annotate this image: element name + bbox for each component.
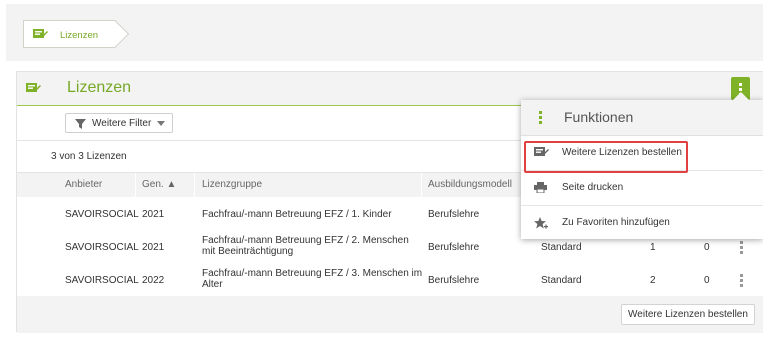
top-bar: Lizenzen xyxy=(6,4,763,61)
cell-lizenzgruppe: Fachfrau/-mann Betreuung EFZ / 3. Mensch… xyxy=(202,268,423,290)
row-actions-icon[interactable] xyxy=(740,241,743,256)
result-count: 3 von 3 Lizenzen xyxy=(51,151,127,162)
license-icon xyxy=(33,29,48,43)
row-actions-icon[interactable] xyxy=(740,274,743,289)
printer-icon xyxy=(534,182,547,196)
license-icon xyxy=(26,83,41,97)
filter-icon xyxy=(75,119,86,132)
cell-count-2: 0 xyxy=(704,242,710,253)
column-header-lizenzgruppe[interactable]: Lizenzgruppe xyxy=(202,179,262,190)
more-filters-button[interactable]: Weitere Filter xyxy=(65,113,173,133)
star-add-icon xyxy=(534,217,548,233)
menu-item-label: Seite drucken xyxy=(562,182,624,193)
column-header-ausbildungsmodell[interactable]: Ausbildungsmodell xyxy=(428,179,512,190)
cell-type: Standard xyxy=(541,242,582,253)
dropdown-title: Funktionen xyxy=(564,109,634,125)
cell-gen: 2022 xyxy=(142,275,165,286)
cell-ausbildungsmodell: Berufslehre xyxy=(428,242,480,253)
cell-ausbildungsmodell: Berufslehre xyxy=(428,209,480,220)
menu-item-add-favorite[interactable]: Zu Favoriten hinzufügen xyxy=(521,206,763,240)
cell-type: Standard xyxy=(541,275,582,286)
dropdown-header: Funktionen xyxy=(521,100,763,136)
kebab-icon xyxy=(539,111,542,126)
breadcrumb-label: Lizenzen xyxy=(60,30,99,41)
column-header-gen[interactable]: Gen. ▲ xyxy=(142,179,176,190)
cell-gen: 2021 xyxy=(142,209,165,220)
cell-anbieter: SAVOIRSOCIAL xyxy=(65,209,139,220)
cell-ausbildungsmodell: Berufslehre xyxy=(428,275,480,286)
menu-item-print-page[interactable]: Seite drucken xyxy=(521,171,763,206)
column-header-anbieter[interactable]: Anbieter xyxy=(65,179,102,190)
more-filters-label: Weitere Filter xyxy=(92,118,152,129)
cell-anbieter: SAVOIRSOCIAL xyxy=(65,242,139,253)
cell-count-1: 1 xyxy=(650,242,656,253)
menu-item-label: Zu Favoriten hinzufügen xyxy=(562,217,670,228)
cell-anbieter: SAVOIRSOCIAL xyxy=(65,275,139,286)
panel-title: Lizenzen xyxy=(67,79,132,96)
cell-gen: 2021 xyxy=(142,242,165,253)
cell-lizenzgruppe: Fachfrau/-mann Betreuung EFZ / 1. Kinder xyxy=(202,209,392,220)
chevron-down-icon xyxy=(157,121,165,126)
breadcrumb[interactable]: Lizenzen xyxy=(23,20,116,48)
order-more-licenses-button[interactable]: Weitere Lizenzen bestellen xyxy=(621,304,755,325)
cell-lizenzgruppe: Fachfrau/-mann Betreuung EFZ / 2. Mensch… xyxy=(202,235,409,257)
highlight-box xyxy=(524,141,688,173)
table-row[interactable]: SAVOIRSOCIAL 2022 Fachfrau/-mann Betreuu… xyxy=(17,263,763,298)
panel-footer: Weitere Lizenzen bestellen xyxy=(17,296,763,333)
cell-count-1: 2 xyxy=(650,275,656,286)
cell-count-2: 0 xyxy=(704,275,710,286)
